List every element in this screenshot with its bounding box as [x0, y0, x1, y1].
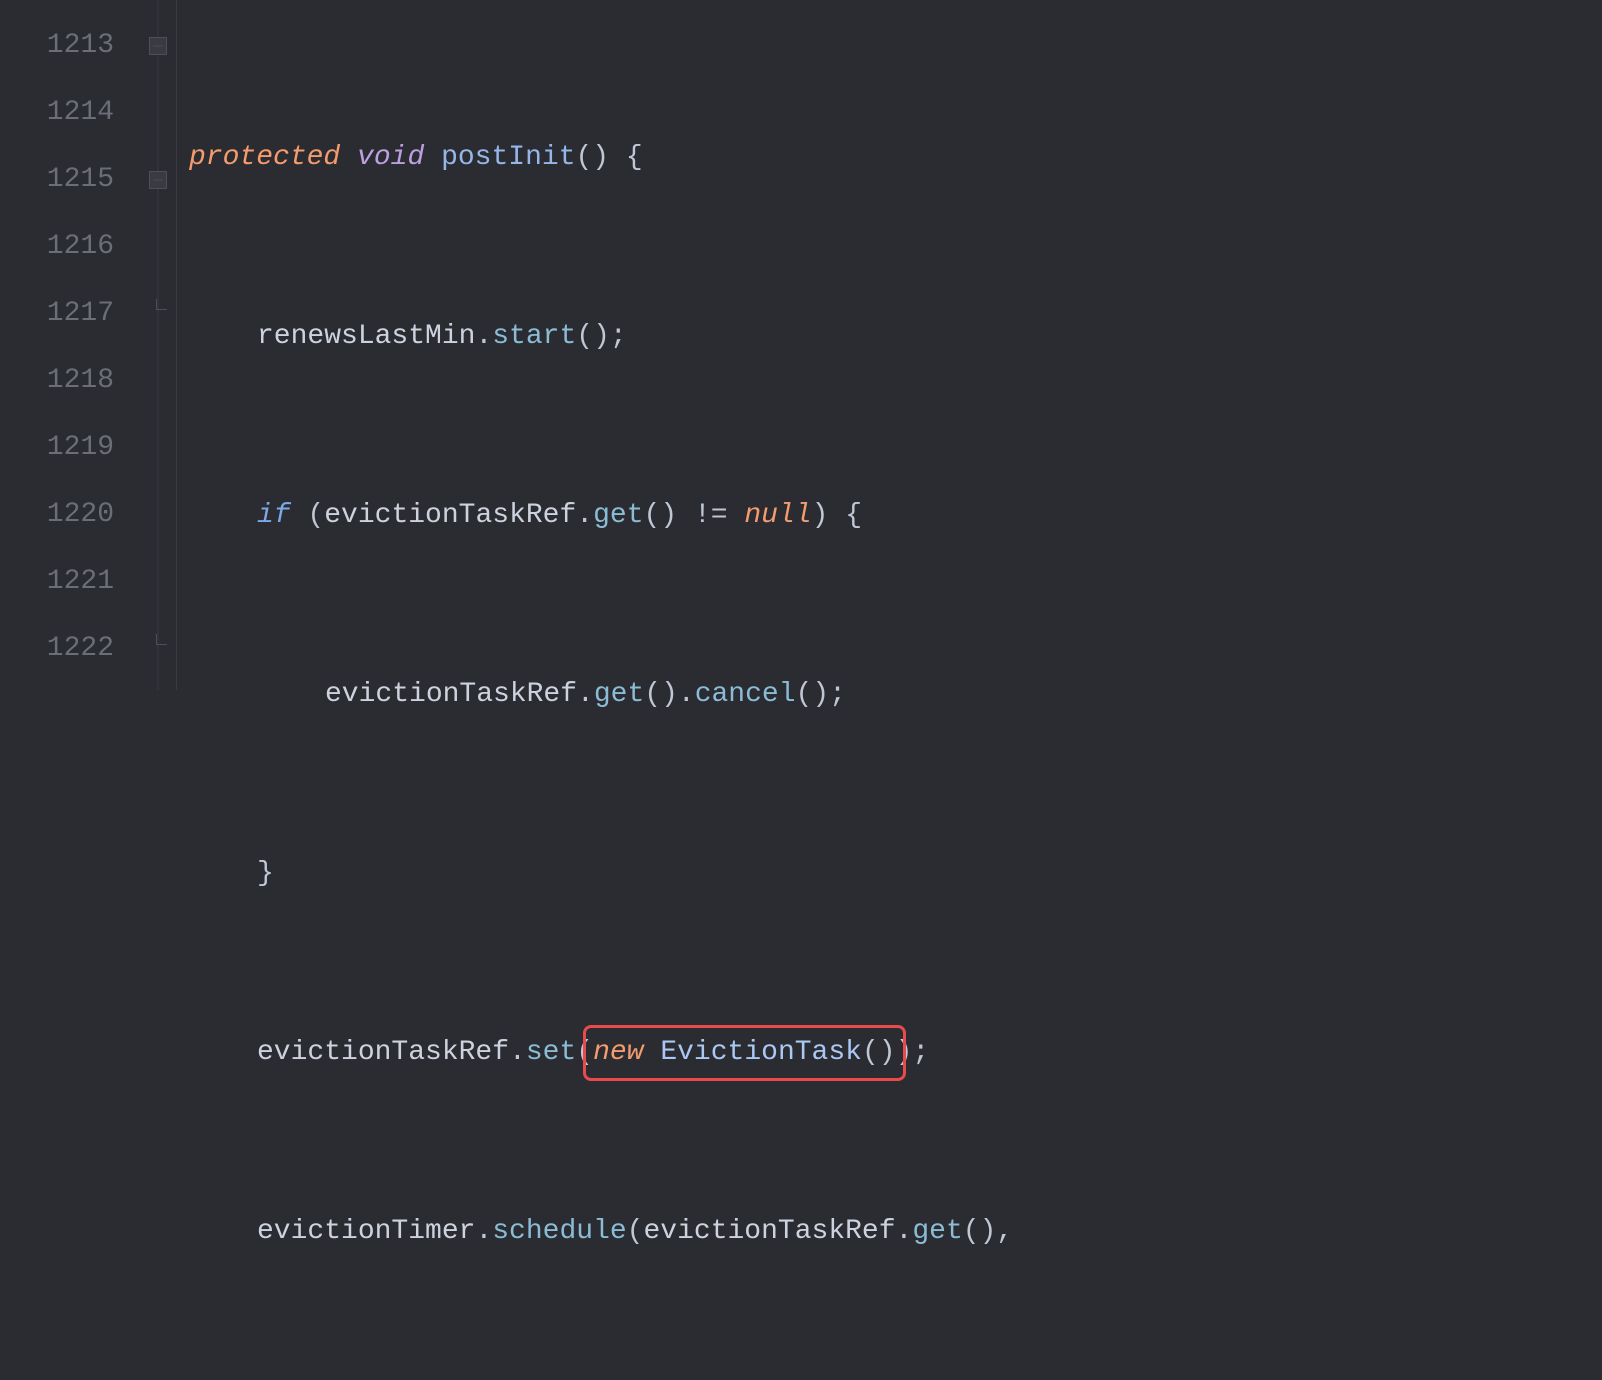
fold-gutter: [140, 0, 177, 690]
paren-open: (: [576, 1039, 593, 1067]
line-number-gutter: 1213 1214 1215 1216 1217 1218 1219 1220 …: [0, 0, 140, 690]
parens: (): [796, 681, 830, 709]
brace-open: {: [845, 502, 862, 530]
identifier: evictionTimer: [257, 1218, 475, 1246]
identifier: evictionTaskRef: [643, 1218, 895, 1246]
line-number: 1221: [0, 548, 140, 615]
fold-handle-icon[interactable]: [149, 37, 167, 55]
line-number: 1222: [0, 615, 140, 682]
parens: (): [644, 502, 678, 530]
code-line[interactable]: evictionTimer.schedule(evictionTaskRef.g…: [189, 1198, 1602, 1265]
code-line[interactable]: if (evictionTaskRef.get() != null) {: [189, 482, 1602, 549]
method-call: get: [594, 681, 644, 709]
keyword-null: null: [744, 502, 811, 530]
method-call: schedule: [492, 1218, 626, 1246]
line-number: 1219: [0, 414, 140, 481]
method-name: postInit: [441, 144, 575, 172]
fold-end-icon: [156, 299, 167, 310]
code-line[interactable]: protected void postInit() {: [189, 124, 1602, 191]
keyword-new: new: [593, 1039, 643, 1067]
parens: (): [963, 1218, 997, 1246]
line-number: 1216: [0, 213, 140, 280]
identifier: renewsLastMin: [257, 323, 475, 351]
line-number: 1218: [0, 347, 140, 414]
line-number: 1217: [0, 280, 140, 347]
semicolon: ;: [610, 323, 627, 351]
brace-close: }: [257, 860, 274, 888]
operator-ne: !=: [694, 502, 728, 530]
method-call: get: [912, 1218, 962, 1246]
method-call: set: [526, 1039, 576, 1067]
keyword-void: void: [357, 144, 424, 172]
parens: (): [644, 681, 678, 709]
method-call: get: [593, 502, 643, 530]
code-line[interactable]: renewsLastMin.start();: [189, 303, 1602, 370]
code-editor[interactable]: 1213 1214 1215 1216 1217 1218 1219 1220 …: [0, 0, 1602, 690]
parens: (): [576, 323, 610, 351]
paren-open: (: [307, 502, 324, 530]
parens: (): [576, 144, 610, 172]
line-number: 1215: [0, 146, 140, 213]
fold-handle-icon[interactable]: [149, 171, 167, 189]
semicolon: ;: [912, 1039, 929, 1067]
paren-open: (: [627, 1218, 644, 1246]
code-area[interactable]: protected void postInit() { renewsLastMi…: [177, 0, 1602, 690]
keyword-if: if: [257, 502, 291, 530]
comma: ,: [996, 1218, 1013, 1246]
parens: (): [862, 1039, 896, 1067]
identifier: evictionTaskRef: [325, 681, 577, 709]
semicolon: ;: [829, 681, 846, 709]
code-line[interactable]: serverConfig.getEvictionIntervalTimerInM…: [189, 1377, 1602, 1380]
type-name: EvictionTask: [660, 1039, 862, 1067]
method-call: start: [492, 323, 576, 351]
line-number: 1220: [0, 481, 140, 548]
fold-end-icon: [156, 634, 167, 645]
code-line[interactable]: evictionTaskRef.get().cancel();: [189, 661, 1602, 728]
paren-close: ): [896, 1039, 913, 1067]
identifier: evictionTaskRef: [324, 502, 576, 530]
code-line[interactable]: }: [189, 840, 1602, 907]
identifier: evictionTaskRef: [257, 1039, 509, 1067]
line-number: 1213: [0, 12, 140, 79]
line-number: 1214: [0, 79, 140, 146]
brace-open: {: [626, 144, 643, 172]
paren-close: ): [812, 502, 829, 530]
method-call: cancel: [695, 681, 796, 709]
code-line[interactable]: evictionTaskRef.set(new EvictionTask());: [189, 1019, 1602, 1086]
keyword-protected: protected: [189, 144, 340, 172]
